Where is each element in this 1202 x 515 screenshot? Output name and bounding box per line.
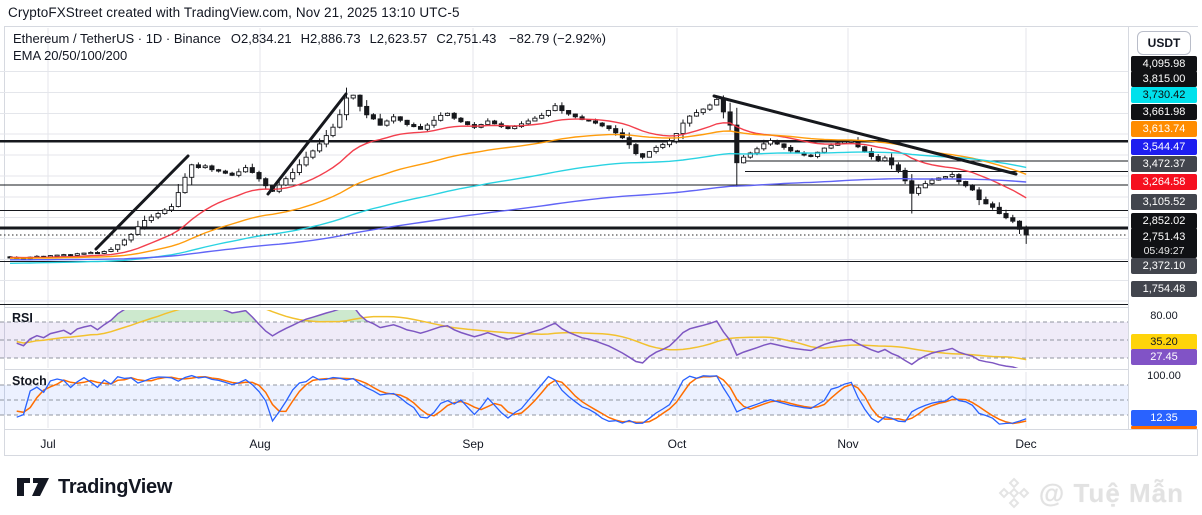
- price-label-level-2852: 2,852.02: [1131, 213, 1197, 229]
- stoch-d-label-strip: [1131, 426, 1197, 429]
- price-label-ema20-value: 3,264.58: [1131, 174, 1197, 190]
- author-watermark: @ Tuệ Mẫn: [997, 476, 1184, 510]
- binance-diamond-icon: [997, 476, 1031, 510]
- panel-separator-stoch[interactable]: [5, 369, 1197, 370]
- ohlc-l: L2,623.57: [370, 31, 428, 46]
- price-label-ema100-value: 3,730.42: [1131, 87, 1197, 103]
- price-label-stoch-scale-100: 100.00: [1131, 368, 1197, 384]
- ohlc-h: H2,886.73: [301, 31, 361, 46]
- price-label-rsi-ma-value: 35.20: [1131, 334, 1197, 350]
- stoch-panel-title[interactable]: Stoch: [12, 374, 47, 388]
- time-axis-label-aug: Aug: [249, 437, 270, 451]
- symbol-legend[interactable]: Ethereum / TetherUS · 1D · Binance O2,834…: [13, 31, 615, 46]
- price-label-ema50-value: 3,613.74: [1131, 121, 1197, 137]
- ohlc-values: O2,834.21 H2,886.73 L2,623.57 C2,751.43: [231, 31, 506, 46]
- ohlc-c: C2,751.43: [436, 31, 496, 46]
- panel-separator-rsi[interactable]: [5, 307, 1197, 308]
- time-axis[interactable]: Jul Aug Sep Oct Nov Dec: [5, 430, 1128, 455]
- ema-legend[interactable]: EMA 20/50/100/200: [13, 48, 127, 63]
- price-label-ema200-value: 3,544.47: [1131, 139, 1197, 155]
- tradingview-logo-icon: [16, 475, 50, 499]
- time-axis-label-dec: Dec: [1015, 437, 1036, 451]
- price-label-level-3661: 3,661.98: [1131, 104, 1197, 120]
- price-label-level-4095: 4,095.98: [1131, 56, 1197, 72]
- time-axis-label-nov: Nov: [837, 437, 858, 451]
- price-label-stoch-k-value: 12.35: [1131, 410, 1197, 426]
- rsi-panel-title[interactable]: RSI: [12, 311, 33, 325]
- price-label-level-3105: 3,105.52: [1131, 194, 1197, 210]
- price-label-rsi-value: 27.45: [1131, 349, 1197, 365]
- price-label-current-price: 2,751.4305:49:27: [1131, 228, 1197, 258]
- tradingview-screenshot: CryptoFXStreet created with TradingView.…: [0, 0, 1202, 515]
- currency-toggle-button[interactable]: USDT: [1137, 31, 1191, 55]
- attribution-text: CryptoFXStreet created with TradingView.…: [8, 5, 460, 20]
- change-value: −82.79 (−2.92%): [509, 31, 606, 46]
- ohlc-o: O2,834.21: [231, 31, 292, 46]
- countdown-timer: 05:49:27: [1131, 244, 1197, 258]
- time-axis-label-jul: Jul: [40, 437, 55, 451]
- author-watermark-text: @ Tuệ Mẫn: [1039, 478, 1184, 509]
- price-label-level-2372: 2,372.10: [1131, 258, 1197, 274]
- symbol-title[interactable]: Ethereum / TetherUS · 1D · Binance: [13, 31, 221, 46]
- tradingview-logo[interactable]: TradingView: [16, 475, 172, 499]
- time-axis-label-sep: Sep: [462, 437, 483, 451]
- price-label-rsi-scale-80: 80.00: [1131, 308, 1197, 324]
- price-label-level-3472: 3,472.37: [1131, 156, 1197, 172]
- tradingview-logo-text: TradingView: [58, 476, 172, 499]
- price-label-level-3815: 3,815.00: [1131, 71, 1197, 87]
- panel-separator-timeaxis: [5, 429, 1197, 430]
- price-scale[interactable]: USDT 4,095.983,815.003,730.423,661.983,6…: [1128, 27, 1199, 429]
- time-axis-label-oct: Oct: [668, 437, 687, 451]
- price-label-level-1754: 1,754.48: [1131, 281, 1197, 297]
